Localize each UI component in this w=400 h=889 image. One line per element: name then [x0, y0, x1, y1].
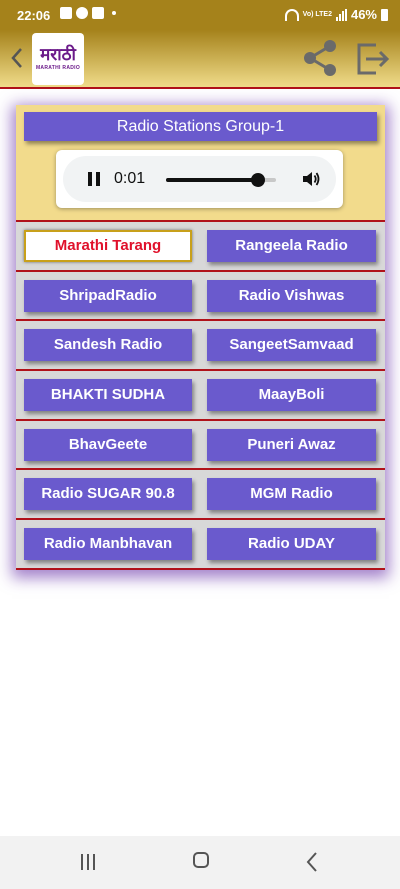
logo-sub-text: MARATHI RADIO — [35, 65, 81, 71]
battery-icon — [381, 8, 388, 21]
station-button[interactable]: SangeetSamvaad — [207, 329, 376, 362]
home-icon[interactable] — [186, 850, 216, 874]
app-bar: मराठी MARATHI RADIO — [0, 30, 400, 89]
notification-icons — [60, 7, 116, 19]
station-cell: Radio Vishwas — [200, 272, 385, 320]
back-icon[interactable] — [298, 850, 328, 874]
chevron-left-icon — [11, 48, 22, 68]
station-cell: Sandesh Radio — [16, 321, 200, 369]
share-icon — [304, 40, 336, 76]
exit-button[interactable] — [356, 42, 390, 76]
exit-icon — [357, 43, 390, 75]
status-bar: 22:06 Vo) LTE2 46% — [0, 0, 400, 30]
progress-knob[interactable] — [251, 173, 266, 187]
station-row: Marathi Tarang Rangeela Radio — [16, 222, 385, 272]
gallery-icon — [60, 7, 72, 19]
station-cell: Radio Manbhavan — [16, 520, 200, 568]
station-button[interactable]: ShripadRadio — [24, 279, 192, 312]
volume-icon[interactable] — [301, 169, 321, 189]
station-grid: Marathi Tarang Rangeela Radio ShripadRadio… — [16, 220, 385, 570]
volte-label: Vo) LTE2 — [302, 11, 332, 18]
station-button[interactable]: MaayBoli — [207, 379, 376, 412]
audio-player-controls: 0:01 — [63, 156, 336, 202]
status-time: 22:06 — [17, 8, 51, 23]
station-row: Radio SUGAR 90.8 MGM Radio — [16, 470, 385, 521]
station-cell: MaayBoli — [200, 371, 385, 419]
station-button[interactable]: Marathi Tarang — [24, 230, 192, 262]
app-logo: मराठी MARATHI RADIO — [32, 33, 84, 85]
station-row: Sandesh Radio SangeetSamvaad — [16, 321, 385, 372]
station-cell: MGM Radio — [200, 470, 385, 518]
station-button[interactable]: Radio Manbhavan — [24, 528, 192, 561]
progress-fill — [166, 178, 259, 182]
pause-icon[interactable] — [87, 172, 101, 186]
station-cell: ShripadRadio — [16, 272, 200, 320]
station-row: BHAKTI SUDHA MaayBoli — [16, 371, 385, 421]
back-button[interactable] — [6, 42, 28, 74]
playback-time: 0:01 — [114, 170, 146, 187]
group-title: Radio Stations Group-1 — [24, 112, 377, 141]
station-button[interactable]: BHAKTI SUDHA — [24, 379, 192, 412]
station-cell: Rangeela Radio — [200, 222, 385, 270]
w-app-icon — [92, 7, 104, 19]
station-cell: BHAKTI SUDHA — [16, 371, 200, 419]
station-button[interactable]: Sandesh Radio — [24, 329, 192, 362]
station-cell: SangeetSamvaad — [200, 321, 385, 369]
progress-slider[interactable] — [166, 173, 276, 187]
recents-icon[interactable] — [73, 850, 103, 874]
station-row: ShripadRadio Radio Vishwas — [16, 271, 385, 322]
status-right: Vo) LTE2 46% — [284, 7, 388, 22]
station-button[interactable]: Rangeela Radio — [207, 230, 376, 262]
stations-panel: Radio Stations Group-1 0:01 Marathi Tara… — [16, 105, 385, 570]
whatsapp-icon — [76, 7, 88, 19]
station-cell: Puneri Awaz — [200, 421, 385, 469]
logo-main-text: मराठी — [40, 45, 76, 65]
station-cell: BhavGeete — [16, 421, 200, 469]
station-button[interactable]: BhavGeete — [24, 428, 192, 461]
station-button[interactable]: Radio Vishwas — [207, 279, 376, 312]
share-button[interactable] — [300, 38, 340, 78]
station-row: BhavGeete Puneri Awaz — [16, 420, 385, 471]
signal-icon — [335, 8, 347, 21]
station-button[interactable]: Puneri Awaz — [207, 428, 376, 461]
system-nav-bar — [0, 836, 400, 889]
station-cell: Marathi Tarang — [16, 222, 200, 270]
station-button[interactable]: Radio UDAY — [207, 528, 376, 561]
more-notifications-dot-icon — [112, 11, 116, 15]
station-cell: Radio SUGAR 90.8 — [16, 470, 200, 518]
station-button[interactable]: Radio SUGAR 90.8 — [24, 478, 192, 511]
wifi-icon — [284, 8, 299, 21]
station-row: Radio Manbhavan Radio UDAY — [16, 520, 385, 570]
battery-percent: 46% — [350, 7, 377, 22]
audio-player: 0:01 — [56, 150, 343, 208]
station-button[interactable]: MGM Radio — [207, 478, 376, 511]
station-cell: Radio UDAY — [200, 520, 385, 568]
